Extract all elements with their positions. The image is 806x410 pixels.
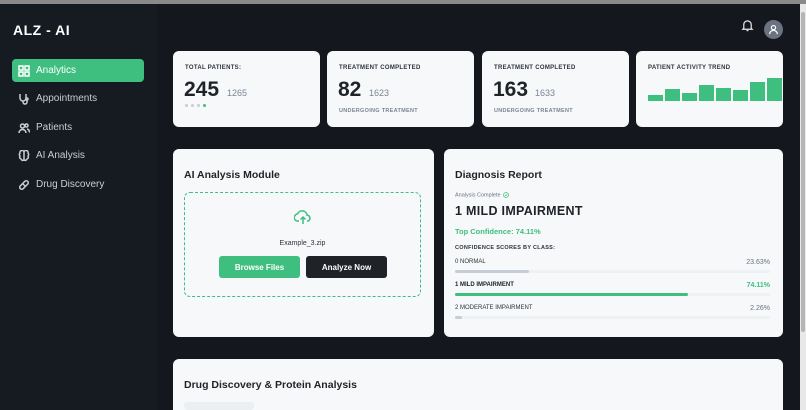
confidence-scores-heading: CONFIDENCE SCORES BY CLASS: — [455, 245, 556, 251]
carousel-dot-active[interactable] — [203, 104, 206, 107]
carousel-dot[interactable] — [197, 104, 200, 107]
trend-bar — [648, 95, 663, 101]
cloud-upload-icon — [294, 210, 311, 224]
top-confidence: Top Confidence: 74.11% — [455, 227, 541, 236]
stat-sub-label: UNDERGOING TREATMENT — [494, 108, 573, 114]
trend-bar — [750, 82, 765, 101]
score-class-name: 1 MILD IMPAIRMENT — [455, 282, 514, 288]
ai-analysis-card: AI Analysis Module Example_3.zip Browse … — [173, 149, 434, 337]
score-track — [455, 316, 770, 319]
carousel-dot[interactable] — [191, 104, 194, 107]
stat-value: 245 — [184, 78, 220, 101]
score-track — [455, 293, 770, 296]
score-bar — [455, 316, 463, 319]
stat-card-total-patients: TOTAL PATIENTS: 245 1265 — [173, 51, 320, 127]
score-bar — [455, 293, 689, 296]
score-value: 74.11% — [746, 282, 770, 289]
stat-label: TOTAL PATIENTS: — [185, 65, 242, 71]
bell-icon[interactable] — [741, 19, 754, 32]
trend-bar — [682, 93, 697, 101]
stat-secondary-value: 1265 — [227, 88, 248, 98]
stat-value: 163 — [493, 78, 529, 101]
trend-bar — [716, 88, 731, 101]
score-bar — [455, 270, 530, 273]
sidebar-item-patients[interactable]: Patients — [12, 116, 144, 139]
selected-file-name: Example_3.zip — [279, 240, 326, 247]
sidebar-item-label: AI Analysis — [36, 150, 85, 161]
diagnosis-class: 1 MILD IMPAIRMENT — [455, 204, 583, 218]
analysis-status-text: Analysis Complete — [455, 192, 501, 199]
stethoscope-icon — [19, 93, 29, 105]
trend-bar — [733, 90, 748, 101]
stat-card-treatment-completed-2: TREATMENT COMPLETED 163 1633 UNDERGOING … — [482, 51, 629, 127]
users-icon — [18, 122, 30, 133]
analyze-now-button[interactable]: Analyze Now — [306, 256, 387, 278]
sidebar-item-label: Patients — [36, 122, 73, 133]
diagnosis-report-card: Diagnosis Report Analysis Complete 1 MIL… — [444, 149, 783, 337]
grid-icon — [18, 64, 30, 77]
analysis-status: Analysis Complete — [455, 192, 509, 198]
score-value: 2.26% — [750, 305, 770, 312]
stat-label: PATIENT ACTIVITY TREND — [648, 65, 731, 71]
drug-discovery-card: Drug Discovery & Protein Analysis — [173, 359, 783, 410]
score-class-name: 0 NORMAL — [455, 259, 486, 265]
score-value: 23.63% — [746, 259, 770, 266]
sidebar-item-label: Drug Discovery — [36, 179, 105, 190]
section-title: AI Analysis Module — [184, 169, 280, 181]
stat-card-activity-trend: PATIENT ACTIVITY TREND — [636, 51, 783, 127]
stat-sub-label: UNDERGOING TREATMENT — [339, 108, 418, 114]
stat-card-treatment-completed-1: TREATMENT COMPLETED 82 1623 UNDERGOING T… — [327, 51, 474, 127]
carousel-dot[interactable] — [185, 104, 188, 107]
drug-tab-placeholder[interactable] — [184, 402, 254, 410]
activity-trend-chart — [648, 77, 782, 101]
pill-icon — [18, 179, 30, 190]
app-title: ALZ - AI — [13, 22, 71, 38]
brain-icon — [18, 149, 30, 161]
trend-bar — [767, 78, 782, 101]
stat-secondary-value: 1633 — [535, 88, 556, 98]
sidebar-item-label: Appointments — [36, 93, 98, 104]
stat-secondary-value: 1623 — [369, 88, 390, 98]
section-title: Drug Discovery & Protein Analysis — [184, 379, 357, 391]
sidebar-item-appointments[interactable]: Appointments — [12, 87, 144, 110]
score-class-name: 2 MODERATE IMPAIRMENT — [455, 305, 533, 311]
check-circle-icon — [503, 192, 509, 198]
browse-files-button[interactable]: Browse Files — [219, 256, 300, 278]
trend-bar — [665, 89, 680, 101]
sidebar-item-ai-analysis[interactable]: AI Analysis — [12, 144, 144, 167]
scrollbar-thumb[interactable] — [801, 12, 805, 332]
stat-value: 82 — [338, 78, 362, 101]
trend-bar — [699, 85, 714, 101]
stat-label: TREATMENT COMPLETED — [494, 65, 576, 71]
score-track — [455, 270, 770, 273]
user-avatar-icon[interactable] — [764, 20, 783, 39]
page-scrollbar[interactable] — [800, 4, 806, 410]
section-title: Diagnosis Report — [455, 169, 542, 181]
sidebar-item-analytics[interactable]: Analytics — [12, 59, 144, 82]
sidebar-item-drug-discovery[interactable]: Drug Discovery — [12, 173, 144, 196]
file-dropzone[interactable]: Example_3.zip Browse Files Analyze Now — [184, 192, 421, 297]
sidebar-item-label: Analytics — [36, 65, 77, 76]
stat-label: TREATMENT COMPLETED — [339, 65, 421, 71]
carousel-dots[interactable] — [185, 104, 206, 107]
sidebar: ALZ - AI Analytics Appointments Patients… — [0, 4, 157, 410]
